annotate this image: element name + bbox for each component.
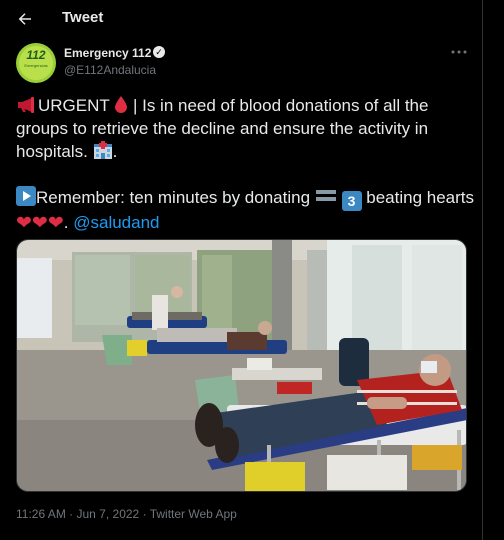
- arrow-left-icon: [18, 13, 31, 25]
- avatar[interactable]: 112 Emergencias: [16, 43, 56, 83]
- play-button-icon: [16, 186, 36, 206]
- equals-icon: [315, 190, 337, 202]
- mention-link[interactable]: @saludand: [73, 213, 159, 232]
- keycap-three-icon: 3: [341, 191, 362, 211]
- tweet-reminder: Remember: ten minutes by donating: [36, 188, 311, 207]
- back-button[interactable]: [14, 8, 36, 30]
- tweet-text: URGENT | Is in need of blood donations o…: [16, 94, 476, 235]
- more-horizontal-icon: [451, 50, 467, 54]
- author-name[interactable]: Emergency 112: [64, 46, 151, 60]
- meta-separator: ·: [69, 507, 74, 521]
- tweet-period: .: [112, 142, 118, 161]
- tweet-time[interactable]: 11:26 AM: [16, 507, 66, 521]
- verified-badge-icon: ✓: [153, 46, 165, 58]
- blood-donation-photo: [17, 240, 466, 491]
- red-hearts-icon: ❤❤❤: [16, 213, 64, 234]
- author-handle[interactable]: @E112Andalucia: [64, 63, 156, 77]
- urgent-label: URGENT: [38, 96, 110, 115]
- blood-drop-icon: [115, 96, 128, 113]
- meta-separator-2: ·: [142, 507, 147, 521]
- hospital-icon: [93, 141, 112, 159]
- tweet-hearts-text: beating hearts: [366, 188, 474, 207]
- more-options-button[interactable]: [451, 42, 467, 58]
- megaphone-icon: [18, 97, 34, 113]
- page-header: Tweet: [0, 0, 482, 38]
- tweet-source[interactable]: Twitter Web App: [150, 507, 237, 521]
- tweet-dot: .: [63, 213, 69, 232]
- page-title: Tweet: [62, 9, 104, 26]
- tweet-meta: 11:26 AM · Jun 7, 2022 · Twitter Web App: [16, 507, 237, 521]
- avatar-number: 112: [26, 48, 46, 62]
- tweet-date[interactable]: Jun 7, 2022: [77, 507, 140, 521]
- tweet-photo[interactable]: [16, 239, 467, 492]
- timeline-border: [482, 0, 483, 540]
- avatar-subtext: Emergencias: [24, 63, 48, 68]
